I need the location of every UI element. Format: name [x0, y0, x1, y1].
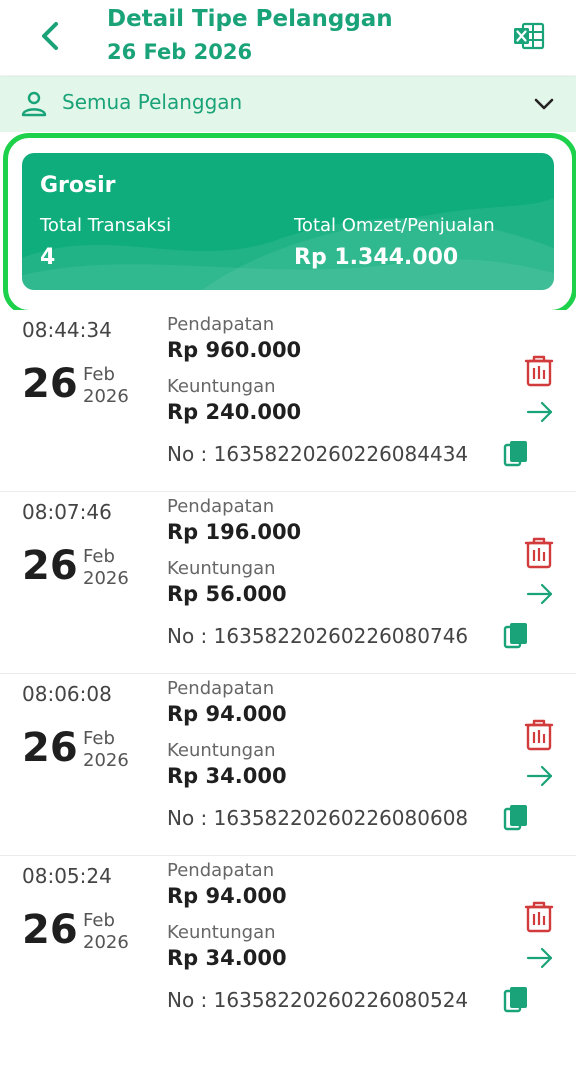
pendapatan-label: Pendapatan — [167, 678, 275, 699]
transaction-year: 2026 — [83, 386, 129, 407]
arrow-right-icon[interactable] — [525, 582, 555, 606]
chevron-down-icon — [534, 98, 554, 110]
delete-icon[interactable] — [523, 354, 555, 388]
export-excel-button[interactable] — [508, 16, 550, 56]
transaction-item[interactable]: 08:07:46 26 Feb 2026 Pendapatan Rp 196.0… — [0, 492, 576, 674]
transaction-day: 26 — [22, 725, 78, 771]
transaction-day: 26 — [22, 907, 78, 953]
transaction-month: Feb — [83, 546, 115, 567]
transaction-month: Feb — [83, 728, 115, 749]
arrow-right-icon[interactable] — [525, 946, 555, 970]
customer-type-title: Grosir — [40, 173, 116, 198]
copy-icon[interactable] — [503, 804, 529, 832]
transaction-number: No : 16358220260226084434 — [167, 442, 468, 466]
number-value: 16358220260226080608 — [213, 806, 469, 830]
number-value: 16358220260226080746 — [213, 624, 469, 648]
transaction-item[interactable]: 08:44:34 26 Feb 2026 Pendapatan Rp 960.0… — [0, 310, 576, 492]
copy-icon[interactable] — [503, 440, 529, 468]
total-revenue-label: Total Omzet/Penjualan — [294, 215, 495, 236]
page-title: Detail Tipe Pelanggan — [107, 6, 393, 32]
number-prefix: No : — [167, 988, 208, 1012]
transaction-time: 08:07:46 — [22, 500, 112, 524]
copy-icon[interactable] — [503, 622, 529, 650]
page-date: 26 Feb 2026 — [107, 40, 253, 64]
transaction-number: No : 16358220260226080746 — [167, 624, 468, 648]
arrow-right-icon[interactable] — [525, 764, 555, 788]
pendapatan-value: Rp 94.000 — [167, 702, 287, 726]
pendapatan-value: Rp 960.000 — [167, 338, 302, 362]
transaction-number: No : 16358220260226080608 — [167, 806, 468, 830]
customer-filter-dropdown[interactable]: Semua Pelanggan — [0, 76, 576, 132]
number-prefix: No : — [167, 624, 208, 648]
transaction-year: 2026 — [83, 932, 129, 953]
delete-icon[interactable] — [523, 536, 555, 570]
keuntungan-value: Rp 34.000 — [167, 764, 287, 788]
pendapatan-value: Rp 94.000 — [167, 884, 287, 908]
total-transactions-label: Total Transaksi — [40, 215, 172, 236]
app-header: Detail Tipe Pelanggan 26 Feb 2026 — [0, 0, 576, 75]
filter-label: Semua Pelanggan — [62, 90, 243, 114]
number-value: 16358220260226080524 — [213, 988, 469, 1012]
number-value: 16358220260226084434 — [213, 442, 469, 466]
transaction-list: 08:44:34 26 Feb 2026 Pendapatan Rp 960.0… — [0, 310, 576, 1037]
transaction-time: 08:06:08 — [22, 682, 112, 706]
number-prefix: No : — [167, 806, 208, 830]
transaction-time: 08:44:34 — [22, 318, 112, 342]
keuntungan-value: Rp 56.000 — [167, 582, 287, 606]
transaction-number: No : 16358220260226080524 — [167, 988, 468, 1012]
delete-icon[interactable] — [523, 900, 555, 934]
transaction-time: 08:05:24 — [22, 864, 112, 888]
pendapatan-label: Pendapatan — [167, 860, 275, 881]
keuntungan-label: Keuntungan — [167, 922, 276, 943]
pendapatan-value: Rp 196.000 — [167, 520, 302, 544]
total-transactions-value: 4 — [40, 245, 56, 270]
keuntungan-label: Keuntungan — [167, 376, 276, 397]
summary-card: Grosir Total Transaksi 4 Total Omzet/Pen… — [22, 153, 554, 290]
pendapatan-label: Pendapatan — [167, 496, 275, 517]
total-revenue-value: Rp 1.344.000 — [294, 245, 459, 270]
copy-icon[interactable] — [503, 986, 529, 1014]
transaction-month: Feb — [83, 910, 115, 931]
transaction-year: 2026 — [83, 750, 129, 771]
keuntungan-label: Keuntungan — [167, 558, 276, 579]
person-icon — [21, 91, 47, 117]
keuntungan-label: Keuntungan — [167, 740, 276, 761]
number-prefix: No : — [167, 442, 208, 466]
transaction-month: Feb — [83, 364, 115, 385]
arrow-right-icon[interactable] — [525, 400, 555, 424]
back-button[interactable] — [30, 16, 70, 56]
keuntungan-value: Rp 34.000 — [167, 946, 287, 970]
transaction-item[interactable]: 08:05:24 26 Feb 2026 Pendapatan Rp 94.00… — [0, 856, 576, 1037]
delete-icon[interactable] — [523, 718, 555, 752]
transaction-year: 2026 — [83, 568, 129, 589]
back-chevron-icon — [42, 22, 58, 50]
keuntungan-value: Rp 240.000 — [167, 400, 302, 424]
excel-icon — [514, 22, 545, 50]
pendapatan-label: Pendapatan — [167, 314, 275, 335]
transaction-day: 26 — [22, 543, 78, 589]
transaction-day: 26 — [22, 361, 78, 407]
transaction-item[interactable]: 08:06:08 26 Feb 2026 Pendapatan Rp 94.00… — [0, 674, 576, 856]
